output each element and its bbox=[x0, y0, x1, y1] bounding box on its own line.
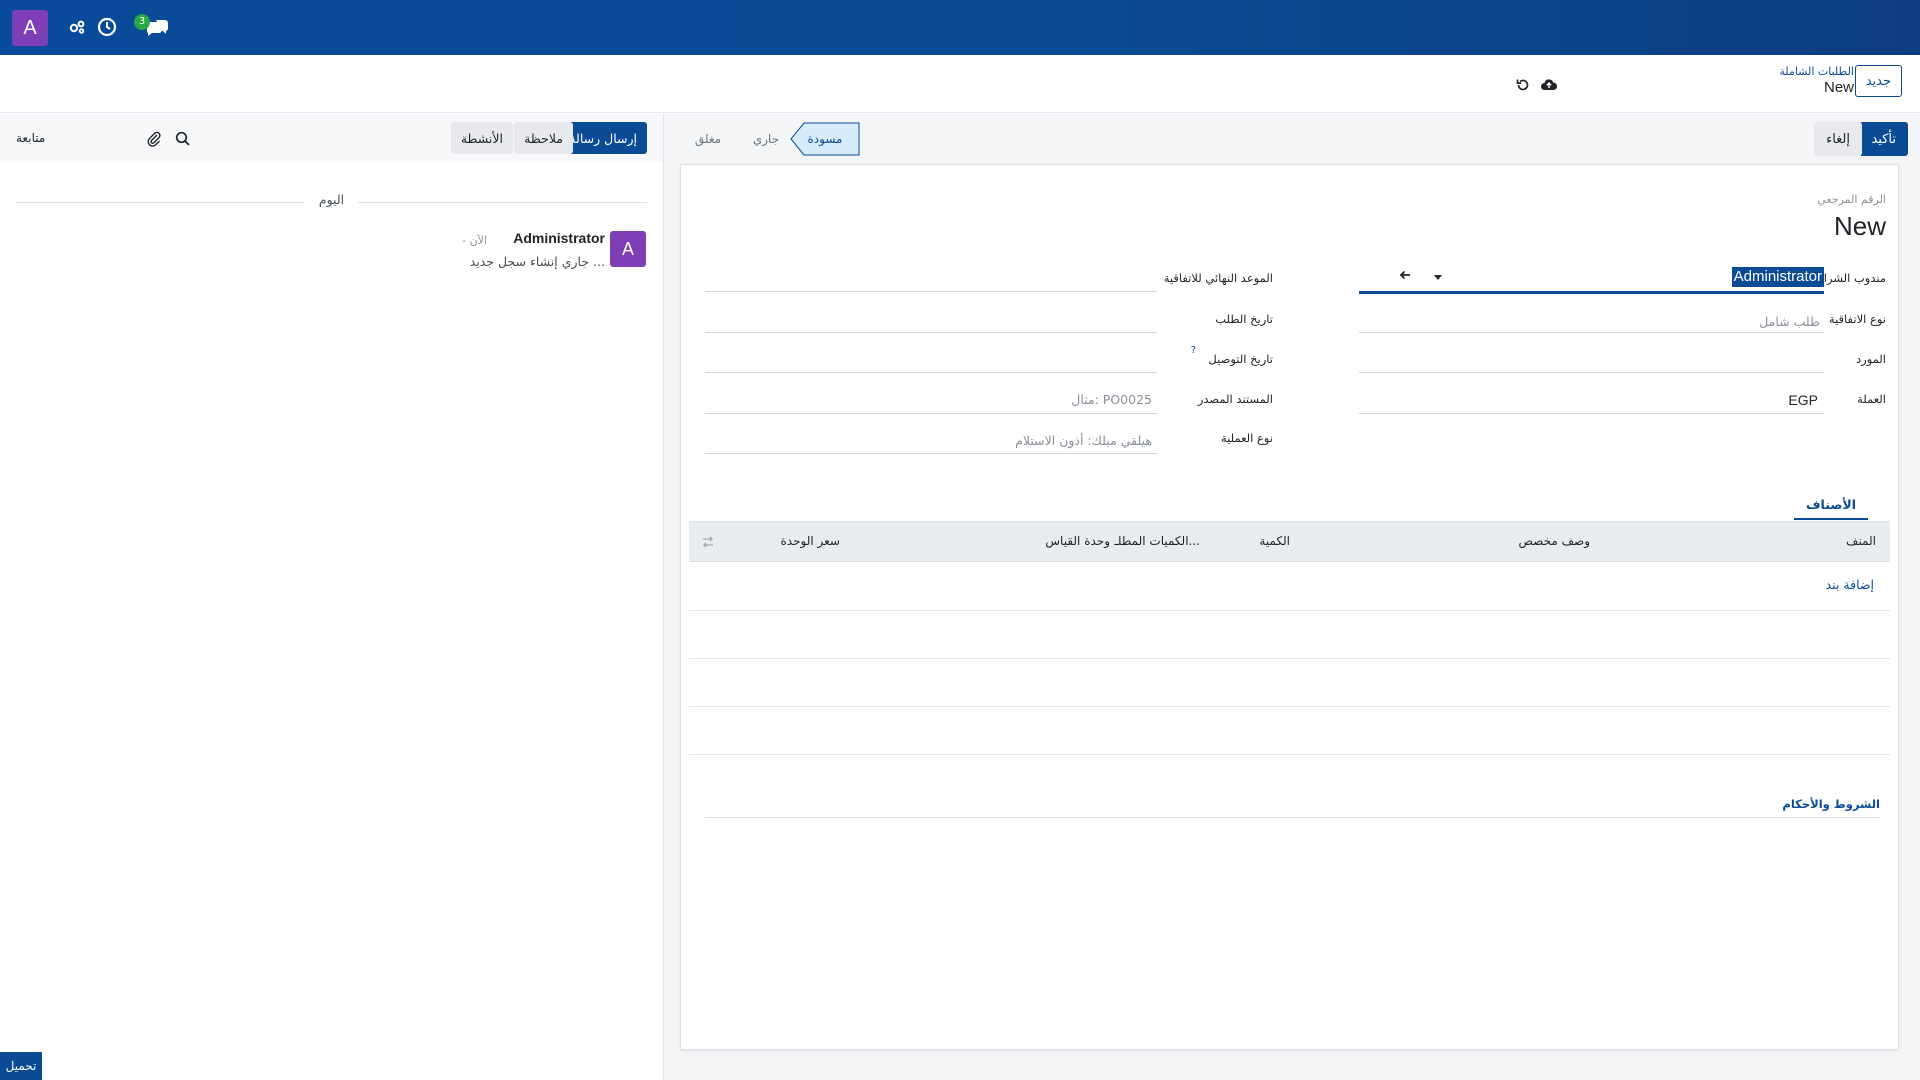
dropdown-caret-icon[interactable] bbox=[1433, 271, 1443, 281]
table-row bbox=[689, 659, 1890, 707]
delivery-date-label: تاريخ التوصيل bbox=[1208, 352, 1273, 366]
message-author[interactable]: Administrator bbox=[513, 230, 605, 246]
operation-type-underline bbox=[705, 453, 1157, 454]
column-unit-price[interactable]: سعر الوحدة bbox=[781, 534, 840, 548]
message-body: جاري إنشاء سجل جديد ... bbox=[469, 254, 605, 269]
operation-type-input[interactable]: هيلقي ميلك: أذون الاستلام bbox=[1015, 433, 1152, 448]
discard-icon[interactable] bbox=[1514, 76, 1532, 94]
delivery-date-help-icon[interactable]: ? bbox=[1191, 345, 1196, 356]
delivery-date-input[interactable] bbox=[705, 372, 1157, 373]
reference-label: الرقم المرجعي bbox=[1817, 193, 1886, 206]
optional-columns-icon[interactable] bbox=[701, 535, 715, 549]
cloud-save-icon[interactable] bbox=[1540, 76, 1558, 94]
internal-link-arrow-icon[interactable] bbox=[1398, 268, 1412, 282]
stage-draft-label: مسودة bbox=[807, 132, 843, 146]
stage-in-progress-label: جاري bbox=[752, 132, 780, 146]
tab-products[interactable]: الأصناف bbox=[1794, 491, 1868, 520]
chatter-panel: إرسال رسالة ملاحظة الأنشطة متابعة اليوم … bbox=[0, 114, 663, 1080]
log-note-button[interactable]: ملاحظة bbox=[514, 122, 573, 154]
follow-button[interactable]: متابعة bbox=[16, 131, 45, 145]
user-avatar[interactable]: A bbox=[12, 10, 48, 46]
column-description[interactable]: وصف مخصص bbox=[1518, 534, 1590, 548]
settings-users-icon[interactable] bbox=[66, 16, 88, 38]
clock-icon[interactable] bbox=[96, 16, 118, 38]
table-row-add: إضافة بند bbox=[689, 563, 1890, 611]
currency-input[interactable]: EGP bbox=[1788, 392, 1818, 408]
new-button[interactable]: جديد bbox=[1854, 65, 1902, 97]
chatter-topbar: إرسال رسالة ملاحظة الأنشطة متابعة bbox=[0, 114, 663, 162]
status-bar: تأكيد إلغاء مسودة جاري مغلق bbox=[664, 122, 1920, 158]
order-date-label: تاريخ الطلب bbox=[1215, 312, 1273, 326]
vendor-input[interactable] bbox=[1359, 372, 1824, 373]
messages-badge: 3 bbox=[134, 14, 150, 30]
purchase-rep-label: مندوب الشراء bbox=[1818, 271, 1886, 285]
paperclip-icon[interactable] bbox=[145, 130, 163, 148]
agreement-type-label: نوع الاتفاقية bbox=[1828, 312, 1886, 326]
reference-value: New bbox=[1833, 211, 1886, 241]
terms-conditions-label: الشروط والأحكام bbox=[1782, 797, 1880, 811]
message-time: - الآن bbox=[462, 234, 487, 247]
purchase-rep-input[interactable]: Administrator bbox=[1731, 267, 1824, 287]
lines-table-header: المنف وصف مخصص الكمية الكميات المطلـ... … bbox=[689, 522, 1890, 562]
vendor-label: المورد bbox=[1856, 352, 1886, 366]
column-ordered-quantities[interactable]: الكميات المطلـ... bbox=[1114, 534, 1200, 548]
stage-closed[interactable]: مغلق bbox=[680, 122, 736, 156]
purchase-rep-underline bbox=[1359, 291, 1824, 294]
column-quantity[interactable]: الكمية bbox=[1259, 534, 1290, 548]
cancel-button[interactable]: إلغاء bbox=[1814, 122, 1862, 156]
agreement-type-input[interactable]: طلب شامل bbox=[1759, 314, 1820, 329]
confirm-button[interactable]: تأكيد bbox=[1859, 122, 1908, 156]
deadline-input[interactable] bbox=[705, 291, 1157, 292]
date-separator: اليوم bbox=[0, 192, 663, 208]
form-sheet: الرقم المرجعي New مندوب الشراء Administr… bbox=[680, 164, 1899, 1050]
stage-closed-label: مغلق bbox=[694, 132, 722, 146]
agreement-type-underline bbox=[1359, 332, 1824, 333]
form-area: تأكيد إلغاء مسودة جاري مغلق الرقم المرجع… bbox=[663, 114, 1920, 1080]
table-row bbox=[689, 707, 1890, 755]
upload-button[interactable]: تحميل bbox=[0, 1052, 42, 1080]
terms-conditions-input[interactable] bbox=[705, 817, 1880, 818]
table-row bbox=[689, 611, 1890, 659]
activities-button[interactable]: الأنشطة bbox=[450, 122, 513, 154]
control-panel: جديد الطلبات الشاملة New bbox=[0, 55, 1920, 113]
date-separator-label: اليوم bbox=[304, 192, 359, 207]
add-line-link[interactable]: إضافة بند bbox=[1826, 577, 1874, 592]
breadcrumb-current: New bbox=[1823, 79, 1854, 96]
column-uom[interactable]: وحدة القياس bbox=[1045, 534, 1110, 548]
operation-type-label: نوع العملية bbox=[1221, 431, 1273, 445]
source-document-label: المستند المصدر bbox=[1197, 392, 1273, 406]
order-date-input[interactable] bbox=[705, 332, 1157, 333]
deadline-label: الموعد النهائي للاتفاقية bbox=[1163, 271, 1273, 285]
source-document-input[interactable]: مثال: PO0025 bbox=[1071, 392, 1152, 407]
stage-draft[interactable]: مسودة bbox=[790, 122, 860, 156]
source-document-underline bbox=[705, 413, 1157, 414]
column-product[interactable]: المنف bbox=[1846, 534, 1876, 548]
search-icon[interactable] bbox=[174, 130, 192, 148]
currency-label: العملة bbox=[1857, 392, 1886, 406]
message-avatar[interactable]: A bbox=[610, 231, 646, 267]
currency-underline bbox=[1359, 413, 1824, 414]
breadcrumb-parent[interactable]: الطلبات الشاملة bbox=[1779, 65, 1854, 78]
stage-in-progress[interactable]: جاري bbox=[738, 122, 794, 156]
top-navbar: A 3 bbox=[0, 0, 1920, 55]
